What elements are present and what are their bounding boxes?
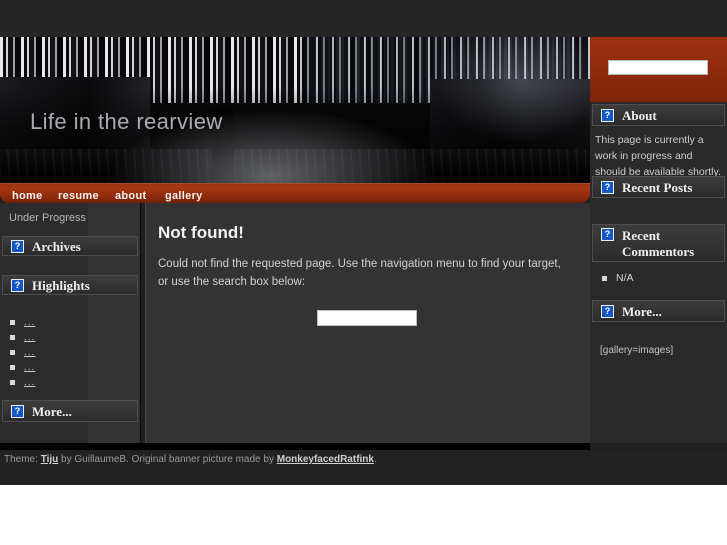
footer-suffix: . (373, 454, 377, 465)
nav-link-home[interactable]: home (12, 190, 43, 202)
widget-title-about: About (622, 107, 657, 123)
list-item[interactable]: ... (10, 360, 35, 375)
highlight-link[interactable]: ... (24, 362, 35, 373)
highlight-link[interactable]: ... (24, 317, 35, 328)
site-banner: Life in the rearview (0, 37, 590, 183)
bullet-icon (10, 350, 15, 355)
widget-header-more-right[interactable]: ? More... (592, 300, 725, 322)
top-strip (0, 0, 727, 37)
nav-link-about[interactable]: about (115, 190, 146, 202)
widget-header-archives[interactable]: ? Archives (2, 236, 138, 256)
search-input[interactable] (317, 310, 417, 326)
left-sidebar: Under Progress ? Archives ? Highlights .… (0, 203, 141, 443)
commentors-list: N/A (602, 272, 634, 284)
bullet-icon (10, 365, 15, 370)
nav-item-about[interactable]: about (115, 186, 146, 204)
widget-title-archives: Archives (32, 238, 81, 254)
footer-credits: Theme: Tiju by GuillaumeB. Original bann… (4, 454, 377, 465)
list-item[interactable]: ... (10, 375, 35, 390)
site-title: Life in the rearview (30, 109, 223, 134)
list-item[interactable]: ... (10, 330, 35, 345)
footer-credit-link[interactable]: MonkeyfacedRatfink (277, 454, 374, 465)
bullet-icon (10, 320, 15, 325)
broken-image-icon: ? (601, 180, 614, 194)
widget-title-more-left: More... (32, 403, 72, 419)
main-content: Not found! Could not find the requested … (145, 203, 590, 443)
highlight-link[interactable]: ... (24, 332, 35, 343)
bullet-icon (10, 380, 15, 385)
nav-link-gallery[interactable]: gallery (165, 190, 203, 202)
gallery-shortcode-text: [gallery=images] (600, 345, 674, 356)
bullet-icon (10, 335, 15, 340)
page-title: Not found! (158, 223, 244, 242)
widget-header-recent-commentors[interactable]: ? Recent Commentors (592, 224, 725, 262)
widget-title-recent-commentors: Recent Commentors (622, 228, 695, 259)
nav-link-resume[interactable]: resume (58, 190, 99, 202)
highlight-link[interactable]: ... (24, 377, 35, 388)
widget-title-highlights: Highlights (32, 277, 90, 293)
widget-title-more-right: More... (622, 303, 662, 319)
highlights-list: ... ... ... ... ... (10, 315, 35, 390)
widget-header-about[interactable]: ? About (592, 104, 725, 126)
broken-image-icon: ? (601, 108, 614, 122)
widget-header-recent-posts[interactable]: ? Recent Posts (592, 176, 725, 198)
bullet-icon (602, 275, 607, 281)
nav-item-home[interactable]: home (12, 186, 43, 204)
widget-title-recent-posts: Recent Posts (622, 179, 693, 195)
list-item[interactable]: ... (10, 345, 35, 360)
broken-image-icon: ? (11, 239, 24, 253)
broken-image-icon: ? (11, 404, 24, 418)
about-text: This page is currently a work in progres… (595, 134, 721, 178)
footer-prefix: Theme: (4, 454, 41, 465)
footer-theme-link[interactable]: Tiju (41, 454, 59, 465)
nav-item-resume[interactable]: resume (58, 186, 99, 204)
broken-image-icon: ? (601, 228, 614, 241)
header-search-panel (590, 37, 727, 102)
main-navigation: home resume about gallery (0, 183, 590, 203)
broken-image-icon: ? (11, 278, 24, 292)
list-item[interactable]: ... (10, 315, 35, 330)
widget-header-highlights[interactable]: ? Highlights (2, 275, 138, 295)
nav-item-gallery[interactable]: gallery (165, 186, 203, 204)
not-found-message: Could not find the requested page. Use t… (158, 258, 561, 288)
broken-image-icon: ? (601, 304, 614, 318)
under-progress-label: Under Progress (9, 212, 87, 224)
header-search-input[interactable] (608, 60, 708, 75)
commentor-label: N/A (616, 272, 634, 284)
page-root: Life in the rearview home resume about g… (0, 0, 727, 485)
site-footer: Theme: Tiju by GuillaumeB. Original bann… (0, 450, 727, 485)
footer-middle: by GuillaumeB. Original banner picture m… (58, 454, 277, 465)
list-item: N/A (602, 272, 634, 284)
widget-header-more-left[interactable]: ? More... (2, 400, 138, 422)
content-bottom-divider (0, 443, 590, 450)
right-sidebar: ? About This page is currently a work in… (590, 102, 727, 443)
highlight-link[interactable]: ... (24, 347, 35, 358)
